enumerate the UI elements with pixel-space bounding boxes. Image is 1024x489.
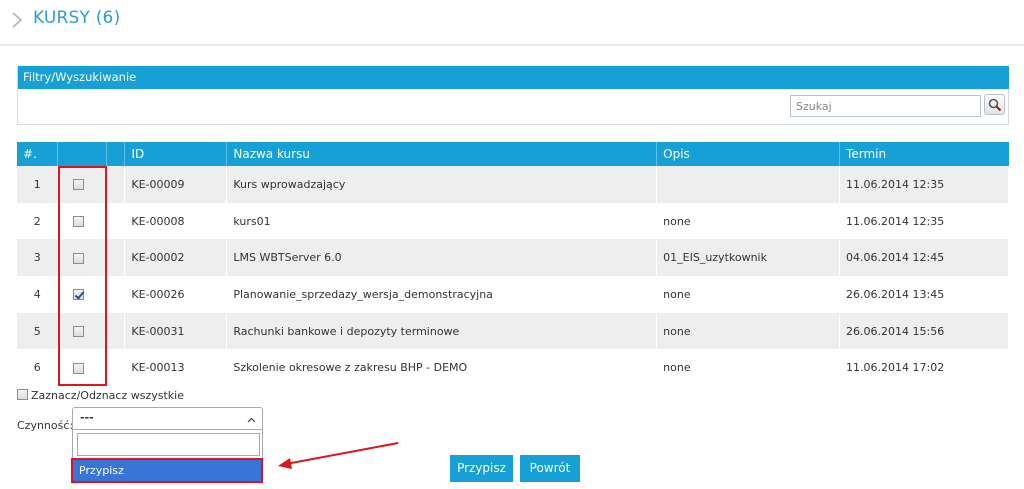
row-id: KE-00009 [124,166,228,203]
checkbox-column-highlight [58,166,107,386]
action-label: Czynność: [17,419,74,432]
row-name: Planowanie_sprzedazy_wersja_demonstracyj… [226,276,658,313]
row-blank-cell [106,312,126,350]
back-button[interactable]: Powrót [520,455,580,482]
courses-table: #. ID Nazwa kursu Opis Termin 1 KE-00009… [17,142,1009,387]
row-date: 04.06.2014 12:45 [839,239,1009,277]
chevron-right-icon [12,12,23,28]
table-row: 1 KE-00009 Kurs wprowadzający 11.06.2014… [17,166,1009,203]
action-dropdown-search[interactable] [77,433,260,456]
row-blank-cell [106,239,126,277]
column-header-date[interactable]: Termin [839,142,1009,166]
chevron-up-icon [247,417,256,423]
search-button[interactable] [984,94,1005,115]
row-description: none [656,276,841,313]
column-header-name[interactable]: Nazwa kursu [226,142,658,166]
row-id: KE-00031 [124,312,228,350]
row-date: 11.06.2014 12:35 [839,166,1009,203]
row-name: kurs01 [226,202,658,240]
row-number: 4 [17,276,59,313]
row-description: none [656,349,841,387]
row-number: 3 [17,239,59,277]
row-number: 6 [17,349,59,387]
page-header: KURSY (6) [0,0,1024,46]
filter-panel: Filtry/Wyszukiwanie [17,66,1009,125]
row-blank-cell [106,166,126,203]
column-header-id[interactable]: ID [124,142,228,166]
table-header-row: #. ID Nazwa kursu Opis Termin [17,142,1009,166]
table-row: 4 KE-00026 Planowanie_sprzedazy_wersja_d… [17,276,1009,313]
annotation-arrow-icon [278,442,399,469]
action-select-value: --- [80,411,94,424]
select-all-label: Zaznacz/Odznacz wszystkie [31,389,184,402]
row-number: 1 [17,166,59,203]
row-number: 2 [17,202,59,240]
column-header-select [57,142,108,166]
filter-panel-title: Filtry/Wyszukiwanie [18,66,1009,89]
row-id: KE-00008 [124,202,228,240]
row-date: 11.06.2014 17:02 [839,349,1009,387]
row-blank-cell [106,349,126,387]
row-name: LMS WBTServer 6.0 [226,239,658,277]
row-blank-cell [106,276,126,313]
row-description: 01_EIS_uzytkownik [656,239,841,277]
select-all-checkbox[interactable] [17,389,28,400]
column-header-blank [106,142,126,166]
table-row: 3 KE-00002 LMS WBTServer 6.0 01_EIS_uzyt… [17,239,1009,277]
table-row: 5 KE-00031 Rachunki bankowe i depozyty t… [17,312,1009,350]
table-row: 6 KE-00013 Szkolenie okresowe z zakresu … [17,349,1009,387]
row-description [656,166,841,203]
column-header-number[interactable]: #. [17,142,59,166]
row-description: none [656,202,841,240]
row-id: KE-00013 [124,349,228,387]
row-description: none [656,312,841,350]
action-select[interactable]: --- [72,407,263,430]
row-date: 26.06.2014 15:56 [839,312,1009,350]
row-name: Rachunki bankowe i depozyty terminowe [226,312,658,350]
row-id: KE-00002 [124,239,228,277]
page-title: KURSY (6) [33,8,121,28]
option-highlight [71,458,263,483]
row-name: Kurs wprowadzający [226,166,658,203]
row-name: Szkolenie okresowe z zakresu BHP - DEMO [226,349,658,387]
column-header-description[interactable]: Opis [656,142,841,166]
row-date: 11.06.2014 12:35 [839,202,1009,240]
assign-button[interactable]: Przypisz [450,455,513,482]
row-id: KE-00026 [124,276,228,313]
table-row: 2 KE-00008 kurs01 none 11.06.2014 12:35 [17,202,1009,240]
select-all-toggle[interactable]: Zaznacz/Odznacz wszystkie [17,389,184,402]
row-number: 5 [17,312,59,350]
search-input[interactable] [790,95,981,117]
search-icon [988,98,1002,112]
row-blank-cell [106,202,126,240]
row-date: 26.06.2014 13:45 [839,276,1009,313]
